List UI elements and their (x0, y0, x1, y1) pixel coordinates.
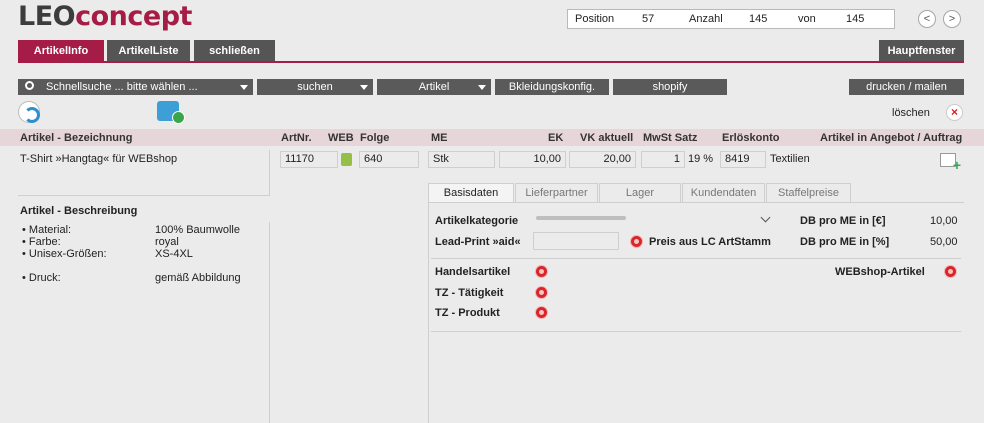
desc-value-farbe: royal (155, 236, 179, 248)
delete-label: löschen (892, 107, 930, 119)
preis-lc-label: Preis aus LC ArtStamm (649, 236, 771, 248)
tz-taetigkeit-label: TZ - Tätigkeit (435, 287, 504, 299)
mwst-percent: 19 % (688, 153, 714, 165)
tab-artikelliste[interactable]: ArtikelListe (107, 40, 190, 62)
header-mwst: MwSt Satz (643, 132, 698, 144)
tab-kundendaten[interactable]: Kundendaten (682, 183, 765, 203)
leoconcept-logo: LEOconcept (18, 1, 192, 32)
header-vk: VK aktuell (580, 132, 634, 144)
folge-field[interactable]: 640 (359, 151, 419, 168)
db-pct-value: 50,00 (930, 236, 958, 248)
header-me: ME (431, 132, 448, 144)
artnr-field[interactable]: 11170 (280, 151, 338, 168)
prev-record-button[interactable]: < (918, 10, 936, 28)
db-eur-label: DB pro ME in [€] (800, 215, 886, 227)
desc-key-farbe: • Farbe: (22, 236, 61, 248)
kategorie-value (536, 216, 626, 220)
header-ek: EK (548, 132, 564, 144)
bezeichnung-value: T-Shirt »Hangtag« für WEBshop (20, 153, 178, 165)
desc-value-groessen: XS-4XL (155, 248, 193, 260)
divider (431, 258, 961, 259)
desc-value-druck: gemäß Abbildung (155, 272, 241, 284)
header-web: WEB (328, 132, 354, 144)
db-eur-value: 10,00 (930, 215, 958, 227)
column-header-row: Artikel - Bezeichnung ArtNr. WEB Folge M… (0, 129, 984, 146)
preis-lc-toggle[interactable] (630, 235, 643, 248)
close-button[interactable]: schließen (194, 40, 275, 62)
record-position-box: Position 57 Anzahl 145 von 145 (567, 9, 895, 29)
handelsartikel-label: Handelsartikel (435, 266, 511, 278)
header-angebot: Artikel in Angebot / Auftrag (820, 132, 963, 144)
tz-taetigkeit-toggle[interactable] (535, 286, 548, 299)
desc-key-druck: • Druck: (22, 272, 61, 284)
print-mail-button[interactable]: drucken / mailen (849, 79, 964, 95)
quicksearch-dropdown[interactable]: Schnellsuche ... bitte wählen ... (18, 79, 253, 95)
mwst-field[interactable]: 1 (641, 151, 685, 168)
desc-key-groessen: • Unisex-Größen: (22, 248, 107, 260)
desc-value-material: 100% Baumwolle (155, 224, 240, 236)
of-label: von (798, 13, 816, 25)
ek-field[interactable]: 10,00 (499, 151, 566, 168)
of-value: 145 (846, 13, 865, 25)
position-label: Position (575, 13, 615, 25)
beschreibung-field[interactable]: • Material: 100% Baumwolle • Farbe: roya… (18, 222, 270, 423)
count-label: Anzahl (689, 13, 723, 25)
webshop-label: WEBshop-Artikel (835, 266, 925, 278)
tz-produkt-label: TZ - Produkt (435, 307, 500, 319)
header-folge: Folge (360, 132, 390, 144)
divider (431, 331, 961, 332)
count-value: 145 (749, 13, 768, 25)
chevron-down-icon (478, 85, 486, 90)
me-field[interactable]: Stk (428, 151, 495, 168)
tab-artikelinfo[interactable]: ArtikelInfo (18, 40, 104, 62)
shopify-icon (341, 153, 352, 166)
search-icon (25, 81, 34, 90)
vk-field[interactable]: 20,00 (569, 151, 636, 168)
erloeskonto-field[interactable]: 8419 (720, 151, 766, 168)
desc-key-material: • Material: (22, 224, 72, 236)
tab-staffelpreise[interactable]: Staffelpreise (766, 183, 851, 203)
search-label: suchen (297, 81, 333, 93)
quicksearch-label: Schnellsuche ... bitte wählen ... (46, 81, 198, 93)
kategorie-label: Artikelkategorie (435, 215, 519, 227)
handelsartikel-toggle[interactable] (535, 265, 548, 278)
tab-lager[interactable]: Lager (599, 183, 681, 203)
bekleidungskonfig-button[interactable]: Bkleidungskonfig. (495, 79, 609, 95)
artikel-label: Artikel (418, 81, 450, 93)
search-dropdown[interactable]: suchen (257, 79, 373, 95)
shopify-button[interactable]: shopify (613, 79, 727, 95)
header-bezeichnung: Artikel - Bezeichnung (20, 132, 133, 144)
tab-lieferpartner[interactable]: Lieferpartner (515, 183, 598, 203)
header-erloeskonto: Erlöskonto (722, 132, 780, 144)
tab-basisdaten[interactable]: Basisdaten (428, 183, 514, 203)
tab-underline (18, 61, 964, 63)
add-to-offer-icon[interactable] (940, 153, 961, 173)
leadprint-field[interactable] (533, 232, 619, 250)
erloeskonto-name: Textilien (770, 153, 810, 165)
chevron-down-icon (360, 85, 368, 90)
tz-produkt-toggle[interactable] (535, 306, 548, 319)
chevron-down-icon (240, 85, 248, 90)
leadprint-label: Lead-Print »aid« (435, 236, 521, 248)
next-record-button[interactable]: > (943, 10, 961, 28)
webshop-toggle[interactable] (944, 265, 957, 278)
db-pct-label: DB pro ME in [%] (800, 236, 890, 248)
bezeichnung-field[interactable]: T-Shirt »Hangtag« für WEBshop (18, 150, 270, 196)
artikel-dropdown[interactable]: Artikel (377, 79, 491, 95)
database-check-icon[interactable] (157, 101, 185, 124)
position-value: 57 (642, 13, 655, 25)
hauptfenster-button[interactable]: Hauptfenster (879, 40, 964, 62)
beschreibung-label: Artikel - Beschreibung (20, 205, 138, 217)
header-artnr: ArtNr. (281, 132, 312, 144)
delete-icon[interactable]: × (946, 104, 963, 121)
back-arrow-icon[interactable] (18, 101, 40, 123)
